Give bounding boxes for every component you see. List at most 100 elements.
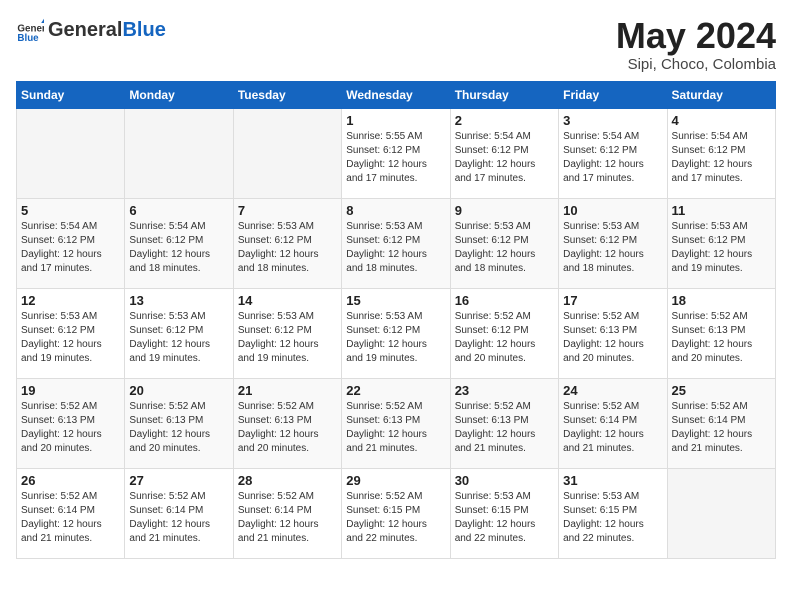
day-number: 13 (129, 293, 228, 308)
col-wednesday: Wednesday (342, 81, 450, 108)
svg-text:Blue: Blue (17, 33, 39, 44)
calendar-cell (125, 108, 233, 198)
calendar-cell: 29 Sunrise: 5:52 AMSunset: 6:15 PMDayligh… (342, 468, 450, 558)
day-number: 11 (672, 203, 771, 218)
day-info: Sunrise: 5:52 AMSunset: 6:13 PMDaylight:… (129, 400, 228, 456)
calendar-week-2: 5 Sunrise: 5:54 AMSunset: 6:12 PMDaylight… (17, 198, 776, 288)
calendar-cell: 21 Sunrise: 5:52 AMSunset: 6:13 PMDayligh… (233, 378, 341, 468)
calendar-cell: 19Sunrise: 5:52 AMSunset: 6:13 PMDayligh… (17, 378, 125, 468)
calendar-cell: 14Sunrise: 5:53 AMSunset: 6:12 PMDayligh… (233, 288, 341, 378)
day-info: Sunrise: 5:53 AMSunset: 6:12 PMDaylight:… (563, 220, 662, 276)
calendar-cell: 23Sunrise: 5:52 AMSunset: 6:13 PMDayligh… (450, 378, 558, 468)
day-number: 19 (21, 383, 120, 398)
calendar-cell: 31 Sunrise: 5:53 AMSunset: 6:15 PMDayligh… (559, 468, 667, 558)
day-number: 5 (21, 203, 120, 218)
calendar-title: May 2024 (616, 16, 776, 56)
day-info: Sunrise: 5:54 AMSunset: 6:12 PMDaylight:… (672, 130, 771, 186)
day-info: Sunrise: 5:53 AMSunset: 6:15 PMDaylight:… (455, 490, 554, 546)
day-info: Sunrise: 5:52 AMSunset: 6:13 PMDaylight:… (455, 400, 554, 456)
day-info: Sunrise: 5:52 AMSunset: 6:14 PMDaylight:… (21, 490, 120, 546)
calendar-cell: 7 Sunrise: 5:53 AMSunset: 6:12 PMDaylight… (233, 198, 341, 288)
calendar-cell: 8Sunrise: 5:53 AMSunset: 6:12 PMDaylight… (342, 198, 450, 288)
day-number: 25 (672, 383, 771, 398)
day-info: Sunrise: 5:54 AMSunset: 6:12 PMDaylight:… (21, 220, 120, 276)
day-number: 27 (129, 473, 228, 488)
calendar-cell: 30 Sunrise: 5:53 AMSunset: 6:15 PMDayligh… (450, 468, 558, 558)
calendar-cell: 26Sunrise: 5:52 AMSunset: 6:14 PMDayligh… (17, 468, 125, 558)
calendar-cell: 20 Sunrise: 5:52 AMSunset: 6:13 PMDayligh… (125, 378, 233, 468)
calendar-cell: 24 Sunrise: 5:52 AMSunset: 6:14 PMDayligh… (559, 378, 667, 468)
day-info: Sunrise: 5:53 AMSunset: 6:12 PMDaylight:… (21, 310, 120, 366)
calendar-cell: 11Sunrise: 5:53 AMSunset: 6:12 PMDayligh… (667, 198, 775, 288)
calendar-week-5: 26Sunrise: 5:52 AMSunset: 6:14 PMDayligh… (17, 468, 776, 558)
calendar-body: 1 Sunrise: 5:55 AMSunset: 6:12 PMDaylight… (17, 108, 776, 558)
calendar-cell: 10Sunrise: 5:53 AMSunset: 6:12 PMDayligh… (559, 198, 667, 288)
calendar-cell: 27Sunrise: 5:52 AMSunset: 6:14 PMDayligh… (125, 468, 233, 558)
day-info: Sunrise: 5:52 AMSunset: 6:14 PMDaylight:… (563, 400, 662, 456)
day-number: 3 (563, 113, 662, 128)
day-info: Sunrise: 5:52 AMSunset: 6:13 PMDaylight:… (672, 310, 771, 366)
calendar-cell: 16 Sunrise: 5:52 AMSunset: 6:12 PMDayligh… (450, 288, 558, 378)
day-number: 16 (455, 293, 554, 308)
day-number: 21 (238, 383, 337, 398)
calendar-week-1: 1 Sunrise: 5:55 AMSunset: 6:12 PMDaylight… (17, 108, 776, 198)
logo-icon: General Blue (16, 16, 44, 44)
day-number: 4 (672, 113, 771, 128)
calendar-cell: 22Sunrise: 5:52 AMSunset: 6:13 PMDayligh… (342, 378, 450, 468)
day-number: 7 (238, 203, 337, 218)
calendar-cell: 25 Sunrise: 5:52 AMSunset: 6:14 PMDayligh… (667, 378, 775, 468)
day-info: Sunrise: 5:55 AMSunset: 6:12 PMDaylight:… (346, 130, 445, 186)
col-saturday: Saturday (667, 81, 775, 108)
logo-blue: Blue (122, 20, 165, 40)
calendar-cell (667, 468, 775, 558)
header: General Blue GeneralBlue May 2024 Sipi, … (16, 16, 776, 73)
day-info: Sunrise: 5:53 AMSunset: 6:12 PMDaylight:… (238, 220, 337, 276)
day-number: 29 (346, 473, 445, 488)
day-number: 15 (346, 293, 445, 308)
calendar-cell: 2Sunrise: 5:54 AMSunset: 6:12 PMDaylight… (450, 108, 558, 198)
day-info: Sunrise: 5:52 AMSunset: 6:13 PMDaylight:… (346, 400, 445, 456)
day-info: Sunrise: 5:53 AMSunset: 6:12 PMDaylight:… (346, 310, 445, 366)
col-sunday: Sunday (17, 81, 125, 108)
day-number: 17 (563, 293, 662, 308)
day-number: 12 (21, 293, 120, 308)
day-number: 30 (455, 473, 554, 488)
logo-general: General (48, 20, 122, 40)
calendar-cell (17, 108, 125, 198)
calendar-cell: 4 Sunrise: 5:54 AMSunset: 6:12 PMDaylight… (667, 108, 775, 198)
calendar-week-4: 19 Sunrise: 5:52 AMSunset: 6:13 PMDayligh… (17, 378, 776, 468)
calendar-cell (233, 108, 341, 198)
calendar-week-3: 12 Sunrise: 5:53 AMSunset: 6:12 PMDayligh… (17, 288, 776, 378)
day-info: Sunrise: 5:53 AMSunset: 6:15 PMDaylight:… (563, 490, 662, 546)
day-info: Sunrise: 5:54 AMSunset: 6:12 PMDaylight:… (563, 130, 662, 186)
day-number: 6 (129, 203, 228, 218)
day-number: 1 (346, 113, 445, 128)
day-number: 18 (672, 293, 771, 308)
col-friday: Friday (559, 81, 667, 108)
calendar-cell: 9Sunrise: 5:53 AMSunset: 6:12 PMDaylight… (450, 198, 558, 288)
col-tuesday: Tuesday (233, 81, 341, 108)
day-info: Sunrise: 5:52 AMSunset: 6:15 PMDaylight:… (346, 490, 445, 546)
calendar-cell: 18 Sunrise: 5:52 AMSunset: 6:13 PMDayligh… (667, 288, 775, 378)
calendar-cell: 6 Sunrise: 5:54 AMSunset: 6:12 PMDaylight… (125, 198, 233, 288)
day-number: 31 (563, 473, 662, 488)
day-info: Sunrise: 5:52 AMSunset: 6:12 PMDaylight:… (455, 310, 554, 366)
title-area: May 2024 Sipi, Choco, Colombia (616, 16, 776, 73)
header-row: Sunday Monday Tuesday Wednesday Thursday… (17, 81, 776, 108)
day-info: Sunrise: 5:52 AMSunset: 6:14 PMDaylight:… (672, 400, 771, 456)
day-number: 20 (129, 383, 228, 398)
day-info: Sunrise: 5:52 AMSunset: 6:13 PMDaylight:… (563, 310, 662, 366)
day-info: Sunrise: 5:54 AMSunset: 6:12 PMDaylight:… (129, 220, 228, 276)
calendar-cell: 15 Sunrise: 5:53 AMSunset: 6:12 PMDayligh… (342, 288, 450, 378)
day-info: Sunrise: 5:53 AMSunset: 6:12 PMDaylight:… (346, 220, 445, 276)
calendar-table: Sunday Monday Tuesday Wednesday Thursday… (16, 81, 776, 559)
calendar-subtitle: Sipi, Choco, Colombia (616, 56, 776, 73)
day-number: 28 (238, 473, 337, 488)
logo: General Blue GeneralBlue (16, 16, 166, 44)
day-info: Sunrise: 5:54 AMSunset: 6:12 PMDaylight:… (455, 130, 554, 186)
calendar-cell: 3 Sunrise: 5:54 AMSunset: 6:12 PMDaylight… (559, 108, 667, 198)
day-number: 9 (455, 203, 554, 218)
calendar-cell: 13Sunrise: 5:53 AMSunset: 6:12 PMDayligh… (125, 288, 233, 378)
day-number: 24 (563, 383, 662, 398)
day-info: Sunrise: 5:52 AMSunset: 6:13 PMDaylight:… (238, 400, 337, 456)
